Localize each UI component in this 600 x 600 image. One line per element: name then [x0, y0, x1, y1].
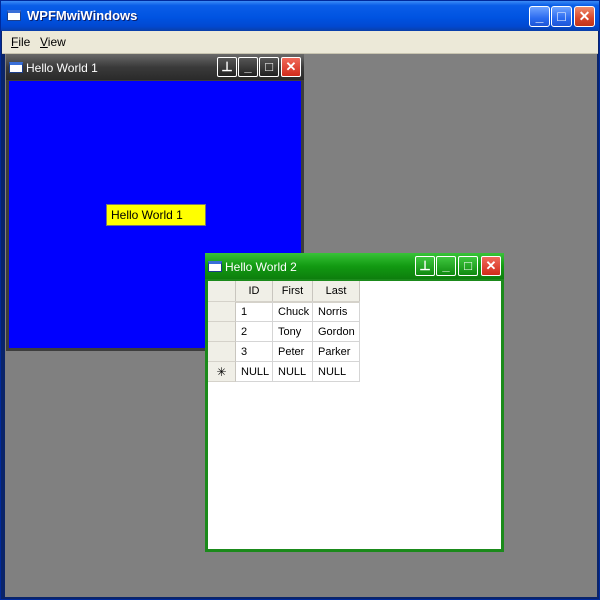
minimize-icon: _ [442, 258, 450, 273]
cell-first[interactable]: Tony [273, 322, 313, 342]
pin-button[interactable]: ⊥ [217, 57, 237, 77]
menu-view-access-key: V [40, 35, 48, 49]
table-row[interactable]: 3 Peter Parker [208, 342, 360, 362]
menu-view[interactable]: View [40, 35, 66, 49]
menu-file[interactable]: File [11, 35, 30, 49]
app-title: WPFMwiWindows [27, 8, 138, 23]
column-header-id[interactable]: ID [236, 281, 273, 301]
child-window-title: Hello World 1 [26, 61, 98, 75]
close-icon: ✕ [578, 8, 591, 24]
pin-icon: ⊥ [221, 59, 233, 74]
cell-last[interactable]: Parker [313, 342, 360, 362]
child-minimize-button[interactable]: _ [436, 256, 456, 276]
main-window: WPFMwiWindows _ □ ✕ File View Hello Worl… [0, 0, 600, 600]
maximize-icon: □ [464, 258, 472, 273]
hello-world-label: Hello World 1 [106, 204, 206, 226]
new-row-asterisk-icon: ✳ [208, 362, 236, 382]
close-icon: ✕ [485, 258, 497, 273]
cell-id[interactable]: 3 [236, 342, 273, 362]
child-window-title: Hello World 2 [225, 260, 297, 274]
row-header[interactable] [208, 322, 236, 342]
cell-last[interactable]: Norris [313, 302, 360, 322]
menu-file-label: ile [18, 35, 31, 49]
data-grid[interactable]: ID First Last 1 Chuck Norris 2 Tony Gord… [208, 281, 501, 549]
table-row[interactable]: 1 Chuck Norris [208, 302, 360, 322]
child-close-button[interactable]: ✕ [281, 57, 301, 77]
child-minimize-button[interactable]: _ [238, 57, 258, 77]
row-header-corner [208, 281, 236, 301]
child-maximize-button[interactable]: □ [259, 57, 279, 77]
column-header-last[interactable]: Last [313, 281, 360, 301]
cell-id[interactable]: NULL [236, 362, 273, 382]
minimize-button[interactable]: _ [529, 6, 550, 27]
minimize-icon: _ [535, 8, 544, 24]
minimize-icon: _ [244, 59, 252, 74]
child-title-bar[interactable]: Hello World 2 ⊥ _ □ ✕ [205, 253, 504, 279]
menu-bar: File View [2, 31, 598, 54]
maximize-icon: □ [265, 59, 273, 74]
cell-first[interactable]: Peter [273, 342, 313, 362]
grid-header-row: ID First Last [208, 281, 360, 303]
menu-view-label: iew [47, 35, 66, 49]
main-title-bar[interactable]: WPFMwiWindows _ □ ✕ [1, 1, 599, 31]
child-title-bar[interactable]: Hello World 1 ⊥ _ □ ✕ [6, 54, 304, 80]
child-maximize-button[interactable]: □ [458, 256, 478, 276]
cell-last[interactable]: Gordon [313, 322, 360, 342]
child-close-button[interactable]: ✕ [481, 256, 501, 276]
cell-first[interactable]: NULL [273, 362, 313, 382]
cell-id[interactable]: 1 [236, 302, 273, 322]
new-row[interactable]: ✳ NULL NULL NULL [208, 362, 360, 382]
close-button[interactable]: ✕ [574, 6, 595, 27]
column-header-first[interactable]: First [273, 281, 313, 301]
app-window-icon [7, 10, 21, 21]
maximize-icon: □ [557, 8, 566, 24]
pin-button[interactable]: ⊥ [415, 256, 435, 276]
child-window-hello-world-2[interactable]: Hello World 2 ⊥ _ □ ✕ ID First Last 1 Ch… [205, 253, 504, 552]
cell-id[interactable]: 2 [236, 322, 273, 342]
pin-icon: ⊥ [419, 258, 431, 273]
table-row[interactable]: 2 Tony Gordon [208, 322, 360, 342]
close-icon: ✕ [285, 59, 297, 74]
row-header[interactable] [208, 302, 236, 322]
cell-last[interactable]: NULL [313, 362, 360, 382]
window-icon [208, 261, 222, 272]
maximize-button[interactable]: □ [551, 6, 572, 27]
cell-first[interactable]: Chuck [273, 302, 313, 322]
row-header[interactable] [208, 342, 236, 362]
window-icon [9, 62, 23, 73]
